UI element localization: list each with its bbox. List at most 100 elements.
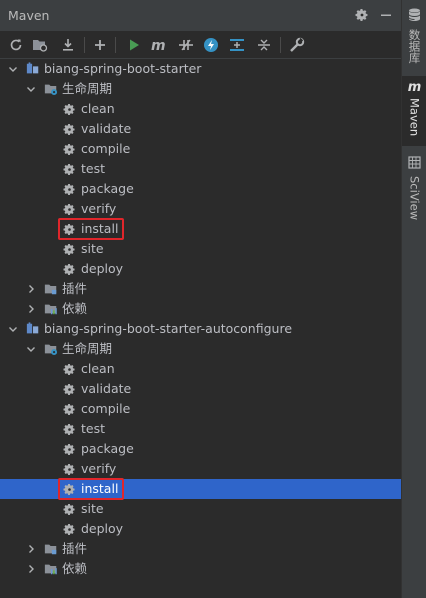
toolbar-separator — [115, 37, 116, 53]
chevron-down-icon[interactable] — [25, 339, 37, 359]
goal-item-clean[interactable]: clean — [0, 99, 401, 119]
minimize-icon[interactable] — [377, 6, 395, 24]
goal-label: compile — [81, 141, 131, 156]
reload-folder-icon[interactable] — [30, 35, 50, 55]
tab-sciview-label: SciView — [407, 176, 422, 221]
project-node[interactable]: biang-spring-boot-starter — [0, 59, 401, 79]
chevron-down-icon[interactable] — [7, 319, 19, 339]
goal-item-deploy[interactable]: deploy — [0, 519, 401, 539]
chevron-right-icon[interactable] — [25, 559, 37, 579]
tool-window-header: Maven — [0, 0, 401, 32]
goal-item-clean[interactable]: clean — [0, 359, 401, 379]
gear-icon — [61, 121, 77, 137]
goal-label: package — [81, 441, 134, 456]
skip-tests-icon[interactable] — [201, 35, 221, 55]
goal-item-validate[interactable]: validate — [0, 119, 401, 139]
plugins-folder-icon — [43, 541, 59, 557]
gear-icon — [61, 141, 77, 157]
goal-item-site[interactable]: site — [0, 499, 401, 519]
gear-icon — [61, 381, 77, 397]
goal-item-compile[interactable]: compile — [0, 399, 401, 419]
database-icon — [408, 8, 421, 25]
dependencies-node[interactable]: 依赖 — [0, 299, 401, 319]
plugins-node[interactable]: 插件 — [0, 539, 401, 559]
project-name: biang-spring-boot-starter — [44, 61, 202, 76]
gear-icon — [61, 441, 77, 457]
goal-item-test[interactable]: test — [0, 419, 401, 439]
lifecycle-folder-icon — [43, 81, 59, 97]
gear-icon — [61, 181, 77, 197]
plugins-label: 插件 — [62, 541, 88, 556]
gear-icon — [61, 421, 77, 437]
goal-label: validate — [81, 381, 132, 396]
gear-icon — [61, 461, 77, 477]
goal-item-package[interactable]: package — [0, 179, 401, 199]
goal-item-install[interactable]: install — [0, 478, 401, 500]
gear-icon — [61, 101, 77, 117]
tab-maven[interactable]: m Maven — [402, 76, 426, 146]
goal-item-verify[interactable]: verify — [0, 459, 401, 479]
project-node[interactable]: biang-spring-boot-starter-autoconfigure — [0, 319, 401, 339]
lifecycle-label: 生命周期 — [62, 81, 113, 96]
goal-item-test[interactable]: test — [0, 159, 401, 179]
show-dependencies-icon[interactable] — [227, 35, 247, 55]
chevron-right-icon[interactable] — [25, 299, 37, 319]
goal-item-install[interactable]: install — [0, 218, 401, 240]
maven-module-icon — [25, 321, 41, 337]
maven-tool-window: Maven m biang-spring-boot-starter 生命周期 c… — [0, 0, 401, 598]
toolbar-separator — [280, 37, 281, 53]
goal-item-verify[interactable]: verify — [0, 199, 401, 219]
plugins-label: 插件 — [62, 281, 88, 296]
chevron-down-icon[interactable] — [25, 79, 37, 99]
toolbar-separator — [84, 37, 85, 53]
lifecycle-label: 生命周期 — [62, 341, 113, 356]
goal-label: test — [81, 161, 106, 176]
maven-toolbar: m — [0, 32, 401, 59]
plugins-node[interactable]: 插件 — [0, 279, 401, 299]
maven-goal-icon[interactable]: m — [149, 35, 169, 55]
goal-item-validate[interactable]: validate — [0, 379, 401, 399]
collapse-all-icon[interactable] — [254, 35, 274, 55]
lifecycle-node[interactable]: 生命周期 — [0, 79, 401, 99]
goal-label: deploy — [81, 521, 124, 536]
toggle-offline-icon[interactable] — [176, 35, 196, 55]
goal-item-site[interactable]: site — [0, 239, 401, 259]
highlight-box — [58, 478, 124, 500]
tab-database-label: 数据库 — [407, 29, 422, 64]
gear-icon — [61, 521, 77, 537]
goal-item-compile[interactable]: compile — [0, 139, 401, 159]
svg-text:m: m — [151, 38, 166, 52]
tab-database[interactable]: 数据库 — [402, 6, 426, 64]
gear-icon — [61, 241, 77, 257]
goal-label: clean — [81, 361, 115, 376]
settings-wrench-icon[interactable] — [287, 35, 307, 55]
tab-maven-label: Maven — [407, 98, 422, 137]
goal-item-package[interactable]: package — [0, 439, 401, 459]
goal-label: package — [81, 181, 134, 196]
add-project-icon[interactable] — [90, 35, 110, 55]
tool-window-title: Maven — [8, 8, 50, 23]
chevron-down-icon[interactable] — [7, 59, 19, 79]
gear-icon — [61, 201, 77, 217]
plugins-folder-icon — [43, 281, 59, 297]
goal-item-deploy[interactable]: deploy — [0, 259, 401, 279]
tab-sciview[interactable]: SciView — [402, 154, 426, 220]
dependencies-folder-icon — [43, 301, 59, 317]
download-sources-icon[interactable] — [58, 35, 78, 55]
gear-icon — [61, 161, 77, 177]
dependencies-label: 依赖 — [62, 561, 88, 576]
lifecycle-folder-icon — [43, 341, 59, 357]
chevron-right-icon[interactable] — [25, 539, 37, 559]
goal-label: verify — [81, 461, 117, 476]
lifecycle-node[interactable]: 生命周期 — [0, 339, 401, 359]
gear-icon — [61, 361, 77, 377]
run-icon[interactable] — [124, 35, 144, 55]
reload-all-icon[interactable] — [6, 35, 26, 55]
goal-label: site — [81, 241, 104, 256]
maven-icon: m — [407, 80, 422, 95]
highlight-box — [58, 218, 124, 240]
gear-icon[interactable] — [353, 6, 371, 24]
dependencies-node[interactable]: 依赖 — [0, 559, 401, 579]
chevron-right-icon[interactable] — [25, 279, 37, 299]
goal-label: clean — [81, 101, 115, 116]
